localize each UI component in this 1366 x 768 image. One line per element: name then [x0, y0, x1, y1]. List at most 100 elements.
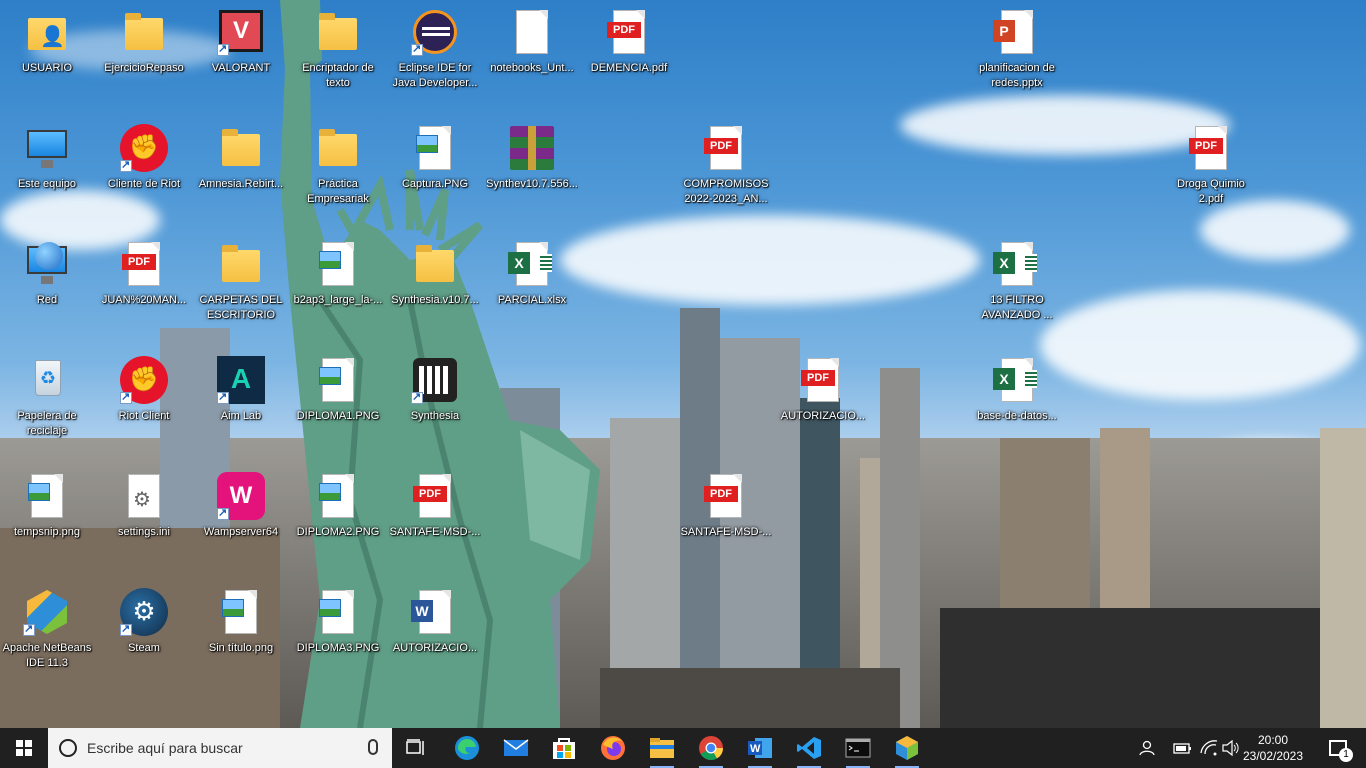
desktop-icon-label: Este equipo: [17, 178, 77, 190]
wampserver-icon: W: [217, 472, 265, 520]
desktop-icon[interactable]: Synthesia.v10.7...: [389, 232, 481, 344]
eclipse-icon: [411, 8, 459, 56]
desktop-icon[interactable]: ✊ Riot Client: [98, 348, 190, 460]
shortcut-arrow-icon: [120, 622, 132, 636]
desktop-icon[interactable]: PDF SANTAFE-MSD-...: [680, 464, 772, 576]
desktop-icon-label: Wampserver64: [203, 526, 279, 538]
desktop-icon[interactable]: Synthesia: [389, 348, 481, 460]
chrome-button[interactable]: [687, 728, 735, 768]
image-icon: [23, 472, 71, 520]
clock-date: 23/02/2023: [1242, 749, 1304, 763]
desktop-icon-label: Aim Lab: [220, 410, 262, 422]
text-file-icon: [508, 8, 556, 56]
desktop-icon[interactable]: PDF COMPROMISOS 2022-2023_AN...: [680, 116, 772, 228]
desktop-icon[interactable]: W AUTORIZACIO...: [389, 580, 481, 692]
desktop-icon[interactable]: PDF Droga Quimio 2.pdf: [1165, 116, 1257, 228]
mail-button[interactable]: [492, 728, 540, 768]
desktop-icon[interactable]: Synthev10.7.556...: [486, 116, 578, 228]
desktop-icon[interactable]: PDF JUAN%20MAN...: [98, 232, 190, 344]
desktop-icon[interactable]: DIPLOMA2.PNG: [292, 464, 384, 576]
desktop-icon[interactable]: b2ap3_large_la-...: [292, 232, 384, 344]
desktop-icon[interactable]: Amnesia.Rebirt...: [195, 116, 287, 228]
search-box[interactable]: Escribe aquí para buscar: [48, 728, 392, 768]
desktop-icon[interactable]: V VALORANT: [195, 0, 287, 112]
desktop-icon[interactable]: Apache NetBeans IDE 11.3: [1, 580, 93, 692]
desktop-icon[interactable]: Eclipse IDE for Java Developer...: [389, 0, 481, 112]
wifi-button[interactable]: [1198, 728, 1220, 768]
desktop-icon[interactable]: Pplanificacion de redes.pptx: [971, 0, 1063, 112]
pdf-icon: PDF: [605, 8, 653, 56]
desktop-icon-label: Droga Quimio 2.pdf: [1177, 178, 1245, 205]
desktop-icon-label: b2ap3_large_la-...: [293, 294, 383, 306]
desktop-icon-label: DIPLOMA1.PNG: [296, 410, 380, 422]
desktop-icon[interactable]: PDF DEMENCIA.pdf: [583, 0, 675, 112]
desktop-icon[interactable]: settings.ini: [98, 464, 190, 576]
desktop-icon[interactable]: DIPLOMA1.PNG: [292, 348, 384, 460]
desktop-icon[interactable]: X 13 FILTRO AVANZADO ...: [971, 232, 1063, 344]
netbeans-button[interactable]: [883, 728, 931, 768]
file-explorer-button[interactable]: [638, 728, 686, 768]
desktop-icon-label: tempsnip.png: [13, 526, 81, 538]
store-button[interactable]: [540, 728, 588, 768]
desktop-icon-label: Apache NetBeans IDE 11.3: [2, 642, 92, 669]
excel-icon: X: [993, 356, 1041, 404]
edge-button[interactable]: [443, 728, 491, 768]
desktop-icon-label: Eclipse IDE for Java Developer...: [392, 62, 478, 89]
desktop-icon[interactable]: Captura.PNG: [389, 116, 481, 228]
image-icon: [314, 356, 362, 404]
desktop-icon[interactable]: ✊ Cliente de Riot: [98, 116, 190, 228]
microphone-icon[interactable]: [368, 739, 378, 755]
store-icon: [553, 738, 575, 759]
desktop-icon[interactable]: notebooks_Unt...: [486, 0, 578, 112]
desktop-icon[interactable]: EjercicioRepaso: [98, 0, 190, 112]
desktop-icon[interactable]: A Aim Lab: [195, 348, 287, 460]
notifications-button[interactable]: 1: [1318, 728, 1358, 768]
desktop-icon[interactable]: Encriptador de texto: [292, 0, 384, 112]
battery-button[interactable]: [1172, 728, 1194, 768]
firefox-button[interactable]: [589, 728, 637, 768]
desktop-icon[interactable]: PDF AUTORIZACIO...: [777, 348, 869, 460]
folder-icon: [120, 8, 168, 56]
shortcut-arrow-icon: [120, 158, 132, 172]
vscode-button[interactable]: [785, 728, 833, 768]
desktop-icon-label: Sin título.png: [208, 642, 274, 654]
excel-icon: X: [508, 240, 556, 288]
desktop-icon-label: USUARIO: [21, 62, 73, 74]
desktop-icon[interactable]: tempsnip.png: [1, 464, 93, 576]
shortcut-arrow-icon: [217, 506, 229, 520]
taskbar: Escribe aquí para buscar W 20:00 23/02/2…: [0, 728, 1366, 768]
desktop-icon[interactable]: PDF SANTAFE-MSD-...: [389, 464, 481, 576]
start-button[interactable]: [0, 728, 48, 768]
desktop-icon[interactable]: CARPETAS DEL ESCRITORIO: [195, 232, 287, 344]
file-explorer-icon: [650, 738, 674, 758]
word-button[interactable]: W: [736, 728, 784, 768]
steam-icon: ⚙: [120, 588, 168, 636]
system-clock[interactable]: 20:00 23/02/2023: [1240, 728, 1306, 768]
desktop-icon[interactable]: Este equipo: [1, 116, 93, 228]
folder-icon: [217, 124, 265, 172]
volume-button[interactable]: [1220, 728, 1242, 768]
image-icon: [314, 472, 362, 520]
desktop-icon[interactable]: ⚙ Steam: [98, 580, 190, 692]
pdf-icon: PDF: [799, 356, 847, 404]
desktop-icon[interactable]: DIPLOMA3.PNG: [292, 580, 384, 692]
desktop-icon-label: Riot Client: [118, 410, 170, 422]
desktop-icon[interactable]: USUARIO: [1, 0, 93, 112]
task-view-button[interactable]: [392, 728, 440, 768]
desktop-icon[interactable]: ♻ Papelera de reciclaje: [1, 348, 93, 460]
desktop-icon[interactable]: Xbase-de-datos...: [971, 348, 1063, 460]
desktop-icon-label: planificacion de redes.pptx: [979, 62, 1055, 89]
netbeans-icon: [23, 588, 71, 636]
people-button[interactable]: [1136, 728, 1158, 768]
vscode-icon: [797, 737, 821, 759]
recycle-bin-icon: ♻: [23, 356, 71, 404]
desktop-icon-label: SANTAFE-MSD-...: [389, 526, 481, 538]
desktop-icon[interactable]: Práctica Empresariak: [292, 116, 384, 228]
desktop-icon-label: DIPLOMA2.PNG: [296, 526, 380, 538]
volume-icon: [1222, 740, 1239, 756]
desktop-icon[interactable]: W Wampserver64: [195, 464, 287, 576]
desktop-icon[interactable]: Red: [1, 232, 93, 344]
terminal-button[interactable]: [834, 728, 882, 768]
desktop-icon[interactable]: Sin título.png: [195, 580, 287, 692]
desktop-icon[interactable]: X PARCIAL.xlsx: [486, 232, 578, 344]
